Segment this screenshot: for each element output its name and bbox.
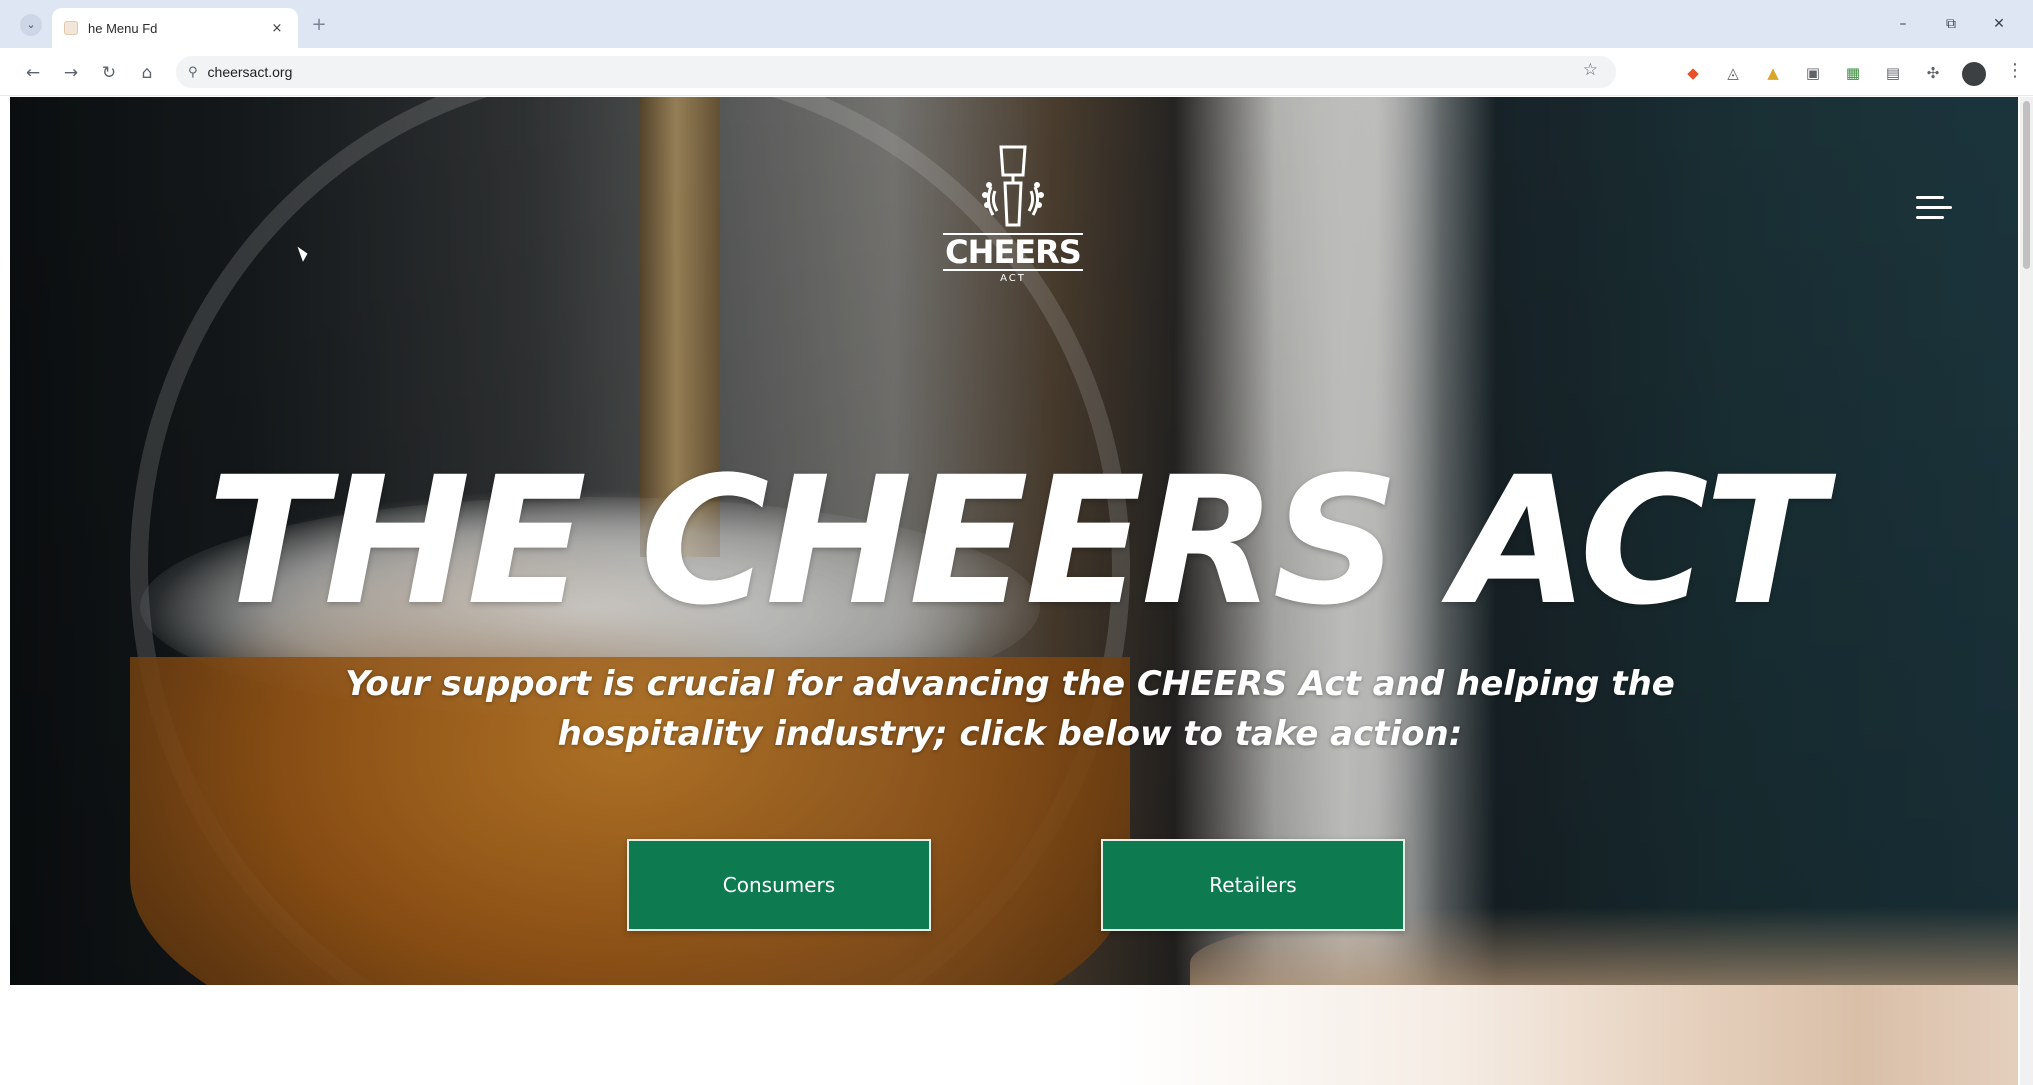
tab-close-icon[interactable]: × <box>268 21 286 36</box>
window-controls: – ⧉ ✕ <box>1881 10 2021 38</box>
logo-subtitle: ACT <box>1000 273 1026 284</box>
reader-extension-icon[interactable]: ▤ <box>1880 60 1906 86</box>
page-scrollbar[interactable] <box>2020 97 2033 1085</box>
shield-extension-icon[interactable]: ◆ <box>1680 60 1706 86</box>
site-info-icon[interactable]: ⚲ <box>188 65 198 80</box>
hero-headline: THE CHEERS ACT <box>207 439 1824 644</box>
new-tab-icon[interactable]: + <box>308 14 330 36</box>
cheers-act-logo[interactable]: CHEERS ACT <box>943 139 1083 319</box>
tab-favicon-icon <box>64 21 78 35</box>
next-section-preview <box>10 985 2018 1085</box>
page-viewport: CHEERS ACT THE CHEERS ACT Your support i… <box>10 97 2018 1085</box>
retailers-button[interactable]: Retailers <box>1101 839 1405 931</box>
tab-title: he Menu Fd <box>88 20 158 36</box>
hero-section: CHEERS ACT THE CHEERS ACT Your support i… <box>10 97 2018 985</box>
hamburger-menu-icon[interactable] <box>1916 187 1956 227</box>
home-icon[interactable]: ⌂ <box>134 60 160 86</box>
beer-glasses-logo-icon <box>982 145 1044 227</box>
scrollbar-thumb[interactable] <box>2023 101 2030 269</box>
consumers-button[interactable]: Consumers <box>627 839 931 931</box>
close-window-icon[interactable]: ✕ <box>1977 10 2021 38</box>
url-text[interactable]: cheersact.org <box>208 64 293 80</box>
browser-toolbar: ← → ↻ ⌂ ⚲ cheersact.org ☆ ◆ ◬ ▲ ▣ ▦ ▤ ✣ … <box>0 48 2033 96</box>
reload-icon[interactable]: ↻ <box>96 60 122 86</box>
tab-search-icon[interactable]: ⌄ <box>20 14 42 36</box>
sheet-extension-icon[interactable]: ▦ <box>1840 60 1866 86</box>
profile-avatar-icon[interactable] <box>1962 62 1986 86</box>
browser-tab-bar: ⌄ he Menu Fd × + – ⧉ ✕ <box>0 0 2033 48</box>
screenshot-extension-icon[interactable]: ▣ <box>1800 60 1826 86</box>
extensions-row: ◆ ◬ ▲ ▣ ▦ ▤ ✣ <box>1680 60 1946 86</box>
minimize-icon[interactable]: – <box>1881 10 1925 38</box>
more-menu-icon[interactable]: ⋮ <box>2006 60 2024 81</box>
hero-subheading: Your support is crucial for advancing th… <box>345 664 1675 754</box>
logo-wordmark: CHEERS <box>943 233 1083 271</box>
extensions-puzzle-icon[interactable]: ✣ <box>1920 60 1946 86</box>
restore-icon[interactable]: ⧉ <box>1929 10 1973 38</box>
bookmark-star-icon[interactable]: ☆ <box>1583 60 1598 80</box>
browser-tab-active[interactable]: he Menu Fd × <box>52 8 298 48</box>
address-bar[interactable]: ⚲ cheersact.org ☆ <box>176 56 1616 88</box>
forward-arrow-icon[interactable]: → <box>58 60 84 86</box>
translate-extension-icon[interactable]: ◬ <box>1720 60 1746 86</box>
drive-extension-icon[interactable]: ▲ <box>1760 60 1786 86</box>
back-arrow-icon[interactable]: ← <box>20 60 46 86</box>
